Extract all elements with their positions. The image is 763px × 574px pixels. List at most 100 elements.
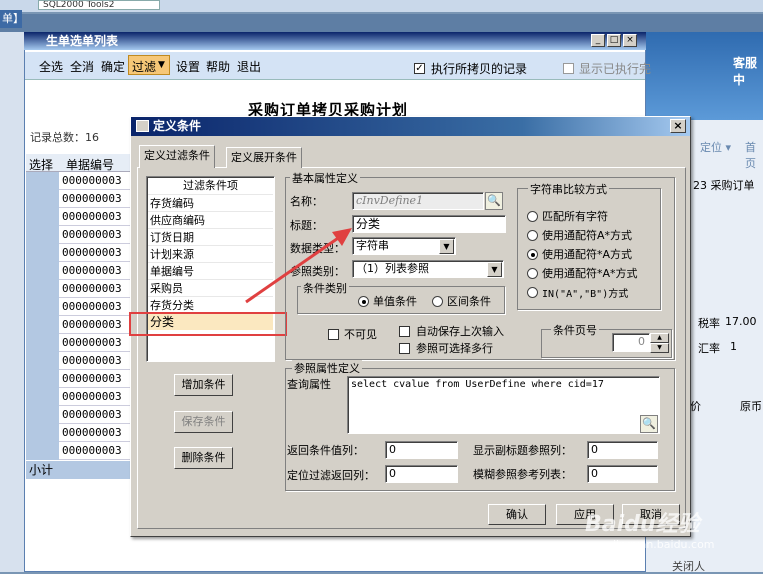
settings-menu[interactable]: 设置 [176,58,200,75]
ok-button[interactable]: 确认 [488,504,546,525]
compare-radio-2[interactable] [527,247,538,260]
table-row[interactable]: 000000003 [59,244,139,262]
list-item[interactable]: 存货编码 [148,194,273,211]
datatype-select[interactable]: 字符串 ▼ [352,237,456,255]
window-close-button[interactable]: × [623,34,637,47]
tax-rate-value: 17.00 [725,315,757,328]
left-edge-label: 单】 [0,10,24,28]
exchange-rate-label: 汇率 [698,342,720,355]
basic-attributes-label: 基本属性定义 [290,170,360,186]
condition-list-header: 过滤条件项 [183,179,238,192]
doc-number-column-header[interactable]: 单据编号 [66,156,114,173]
compare-label-2: 使用通配符*A方式 [542,248,633,261]
table-row[interactable]: 000000003 [59,334,139,352]
dialog-close-button[interactable]: × [670,119,686,133]
record-count: 记录总数：16 [30,131,99,144]
delete-condition-button[interactable]: 删除条件 [174,447,233,469]
query-label: 查询属性 [287,378,331,391]
table-row[interactable]: 000000003 [59,226,139,244]
range-radio[interactable] [432,294,443,307]
reftype-select[interactable]: （1）列表参照 ▼ [352,260,504,278]
table-row[interactable]: 000000003 [59,424,139,442]
compare-label-3: 使用通配符*A*方式 [542,267,638,280]
watermark: Baidu经验 [585,512,700,537]
exchange-rate-value: 1 [730,340,737,353]
right-header-label: 客服中 [733,56,758,87]
table-row[interactable]: 000000003 [59,190,139,208]
table-row[interactable]: 000000003 [59,262,139,280]
multiselect-checkbox[interactable] [399,341,410,354]
search-icon[interactable]: 🔍 [640,415,658,433]
compare-label-4: IN("A","B")方式 [542,289,629,300]
deselect-all-menu[interactable]: 全消 [70,58,94,75]
table-row[interactable]: 000000003 [59,298,139,316]
maximize-button[interactable]: □ [607,34,621,47]
select-column[interactable] [26,172,59,460]
exec-copied-label: 执行所拷贝的记录 [431,62,528,76]
order-ref-label: 23 采购订单 [693,179,755,192]
table-row[interactable]: 000000003 [59,208,139,226]
top-tab[interactable]: SQL2000 Tools2 [38,0,160,10]
compare-radio-4[interactable] [527,285,538,298]
table-row[interactable]: 000000003 [59,442,139,460]
add-condition-button[interactable]: 增加条件 [174,374,233,396]
compare-radio-0[interactable] [527,209,538,222]
window-icon [136,120,149,132]
exit-menu[interactable]: 退出 [237,58,261,75]
tax-rate-label: 税率 [698,317,720,330]
datatype-value: 字符串 [356,239,389,252]
locate-col-label: 定位过滤返回列： [287,469,375,482]
chevron-down-icon[interactable]: ▼ [439,239,454,254]
locate-menu[interactable]: 定位 ▾ [700,139,731,155]
spin-down-icon[interactable]: ▼ [650,343,669,353]
query-textarea[interactable]: select cvalue from UserDefine where cid=… [347,376,660,434]
page-number-field[interactable]: 0 [612,333,650,352]
chevron-down-icon[interactable]: ▼ [487,262,502,277]
filter-menu[interactable]: 过滤 [132,58,156,75]
exec-copied-checkbox[interactable]: ✓ [414,61,425,74]
minimize-button[interactable]: _ [591,34,605,47]
table-row[interactable]: 000000003 [59,352,139,370]
subtotal-row: 小计 [26,461,138,479]
name-field: cInvDefine1 [352,192,484,210]
compare-radio-3[interactable] [527,266,538,279]
reference-attributes-label: 参照属性定义 [292,360,362,376]
return-col-label: 返回条件值列： [287,444,364,457]
table-row[interactable]: 000000003 [59,172,139,190]
compare-radio-1[interactable] [527,228,538,241]
page-number-label: 条件页号 [551,322,599,338]
fuzzy-ref-field[interactable]: 0 [587,465,658,483]
autosave-label: 自动保存上次输入 [416,325,504,338]
invisible-label: 不可见 [344,328,377,341]
show-executed-checkbox[interactable] [563,61,574,74]
select-all-menu[interactable]: 全选 [39,58,63,75]
table-row[interactable]: 000000003 [59,406,139,424]
return-col-field[interactable]: 0 [385,441,458,459]
table-row[interactable]: 000000003 [59,388,139,406]
select-column-header: 选择 [29,158,54,172]
table-row[interactable]: 000000003 [59,280,139,298]
name-label: 名称： [290,195,323,208]
list-window-title: 生单选单列表 [24,32,646,50]
help-menu[interactable]: 帮助 [206,58,230,75]
multiselect-label: 参照可选择多行 [416,342,493,355]
table-row[interactable]: 000000003 [59,370,139,388]
invisible-checkbox[interactable] [328,327,339,340]
fuzzy-ref-label: 模糊参照参考列表： [473,468,572,481]
title-field[interactable]: 分类 [352,215,506,233]
watermark-url: jingyan.baidu.com [613,538,715,551]
locate-col-field[interactable]: 0 [385,465,458,483]
show-sub-label: 显示副标题参照列： [473,444,572,457]
autosave-checkbox[interactable] [399,324,410,337]
search-icon[interactable]: 🔍 [485,192,503,210]
left-panel [0,32,24,572]
confirm-menu[interactable]: 确定 [101,58,125,75]
tab-expand-conditions[interactable]: 定义展开条件 [226,147,302,168]
tab-filter-conditions[interactable]: 定义过滤条件 [139,145,215,168]
table-row[interactable]: 000000003 [59,316,139,334]
spin-up-icon[interactable]: ▲ [650,333,669,343]
orig-currency-col-label: 原币 [740,400,762,413]
first-page-menu[interactable]: 首页 [745,139,763,171]
show-sub-field[interactable]: 0 [587,441,658,459]
save-condition-button[interactable]: 保存条件 [174,411,233,433]
